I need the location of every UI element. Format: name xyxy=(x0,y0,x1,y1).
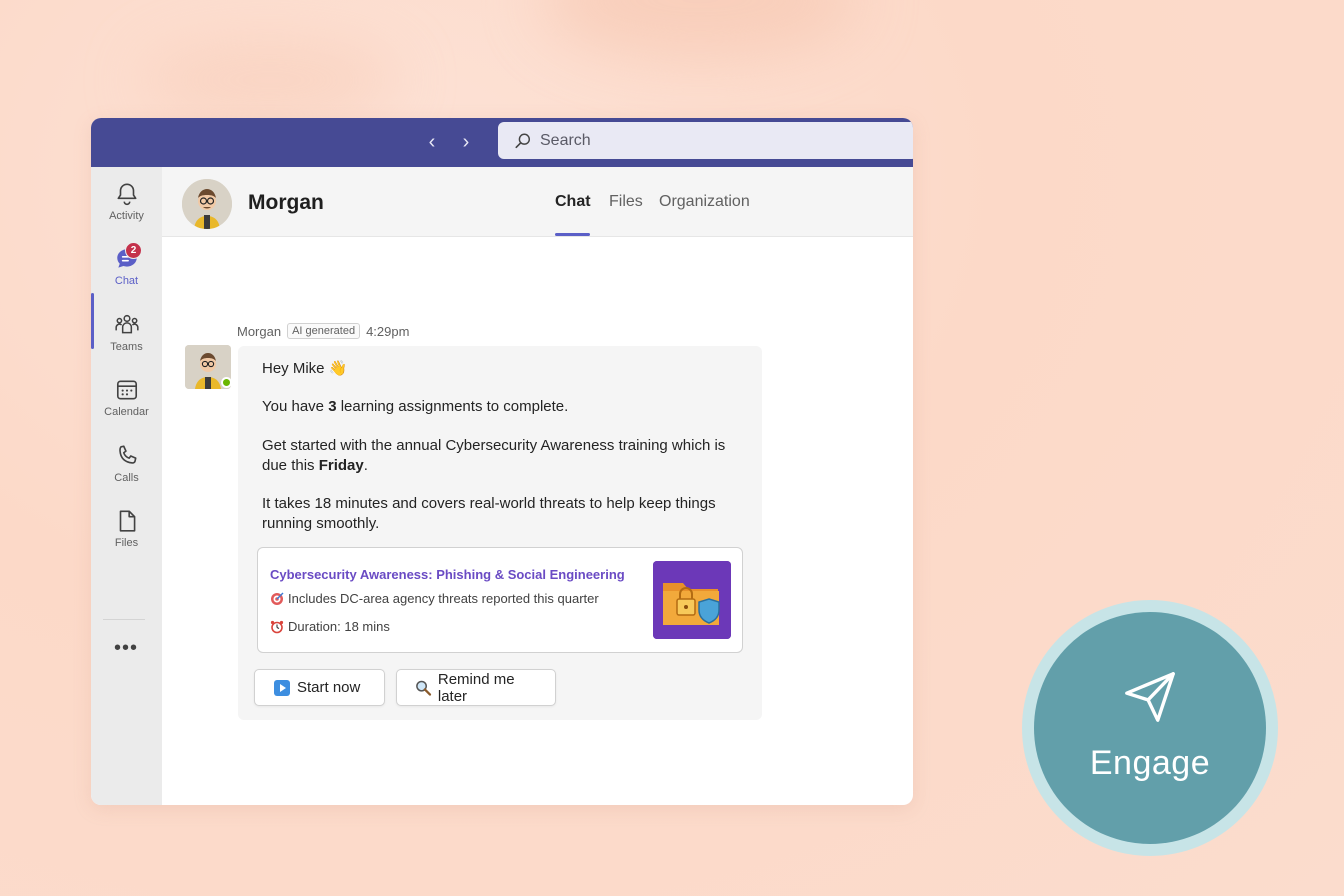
teams-window: ‹ › Search Activity 2 Chat Teams Calenda… xyxy=(91,118,913,805)
target-icon xyxy=(271,592,284,605)
search-placeholder: Search xyxy=(540,131,591,149)
magnifier-icon xyxy=(416,680,432,696)
app-rail: Activity 2 Chat Teams Calendar Calls Fil… xyxy=(91,167,162,805)
engage-badge: Engage xyxy=(1034,612,1266,844)
message-bubble: Hey Mike 👋 You have 3 learning assignmen… xyxy=(238,346,762,720)
training-card[interactable]: Cybersecurity Awareness: Phishing & Soci… xyxy=(257,547,743,653)
rail-item-calls[interactable]: Calls xyxy=(91,443,162,499)
title-bar: ‹ › Search xyxy=(91,118,913,167)
presence-available-indicator xyxy=(221,377,232,388)
rail-item-label: Activity xyxy=(109,210,144,222)
file-icon xyxy=(119,510,135,532)
contact-name: Morgan xyxy=(248,191,324,214)
phone-icon xyxy=(118,445,136,464)
rail-item-label: Chat xyxy=(114,275,139,287)
rail-item-label: Calls xyxy=(114,472,139,484)
remind-me-later-button[interactable]: Remind me later xyxy=(396,669,556,706)
avatar[interactable] xyxy=(182,179,232,229)
card-duration: Duration: 18 mins xyxy=(270,619,390,634)
chat-header: Morgan Chat Files Organization xyxy=(162,167,913,237)
forward-button[interactable]: › xyxy=(455,130,477,154)
rail-item-files[interactable]: Files xyxy=(91,508,162,564)
bell-icon xyxy=(117,183,136,206)
message-line: It takes 18 minutes and covers real-worl… xyxy=(262,495,716,532)
rail-item-label: Files xyxy=(114,537,139,549)
ai-generated-tag: AI generated xyxy=(287,323,361,339)
message-line: You have 3 learning assignments to compl… xyxy=(262,398,569,415)
rail-item-label: Calendar xyxy=(104,406,149,418)
background-blob xyxy=(140,40,400,120)
rail-item-teams[interactable]: Teams xyxy=(91,312,162,368)
rail-item-calendar[interactable]: Calendar xyxy=(91,377,162,433)
start-now-button[interactable]: Start now xyxy=(254,669,385,706)
teams-icon xyxy=(114,314,139,334)
message-sender: Morgan xyxy=(237,323,282,339)
card-detail: Includes DC-area agency threats reported… xyxy=(270,591,599,606)
active-tab-indicator xyxy=(555,233,590,236)
locked-folder-icon xyxy=(653,561,731,639)
search-icon xyxy=(515,133,531,148)
tab-files[interactable]: Files xyxy=(609,193,643,211)
message-meta: Morgan AI generated 4:29pm xyxy=(237,323,409,339)
message-time: 4:29pm xyxy=(366,323,410,339)
message-greeting: Hey Mike 👋 xyxy=(262,360,348,377)
more-apps-button[interactable]: ••• xyxy=(111,638,141,661)
alarm-clock-icon xyxy=(270,620,284,633)
tab-chat[interactable]: Chat xyxy=(555,193,591,211)
rail-divider xyxy=(103,619,145,620)
search-box[interactable]: Search xyxy=(498,122,913,159)
back-button[interactable]: ‹ xyxy=(421,130,443,154)
tab-organization[interactable]: Organization xyxy=(659,193,750,211)
unread-badge: 2 xyxy=(125,242,142,259)
message-line: Get started with the annual Cybersecurit… xyxy=(262,437,726,474)
rail-item-chat[interactable]: 2 Chat xyxy=(91,242,162,302)
card-thumbnail xyxy=(653,561,731,639)
avatar-illustration-icon xyxy=(182,179,232,229)
play-icon xyxy=(274,679,290,696)
rail-item-activity[interactable]: Activity xyxy=(91,181,162,237)
engage-label: Engage xyxy=(1089,743,1211,782)
rail-item-label: Teams xyxy=(110,341,143,353)
card-title[interactable]: Cybersecurity Awareness: Phishing & Soci… xyxy=(270,567,625,582)
calendar-icon xyxy=(116,380,137,400)
send-icon xyxy=(1125,671,1175,722)
background-blob xyxy=(540,0,860,60)
